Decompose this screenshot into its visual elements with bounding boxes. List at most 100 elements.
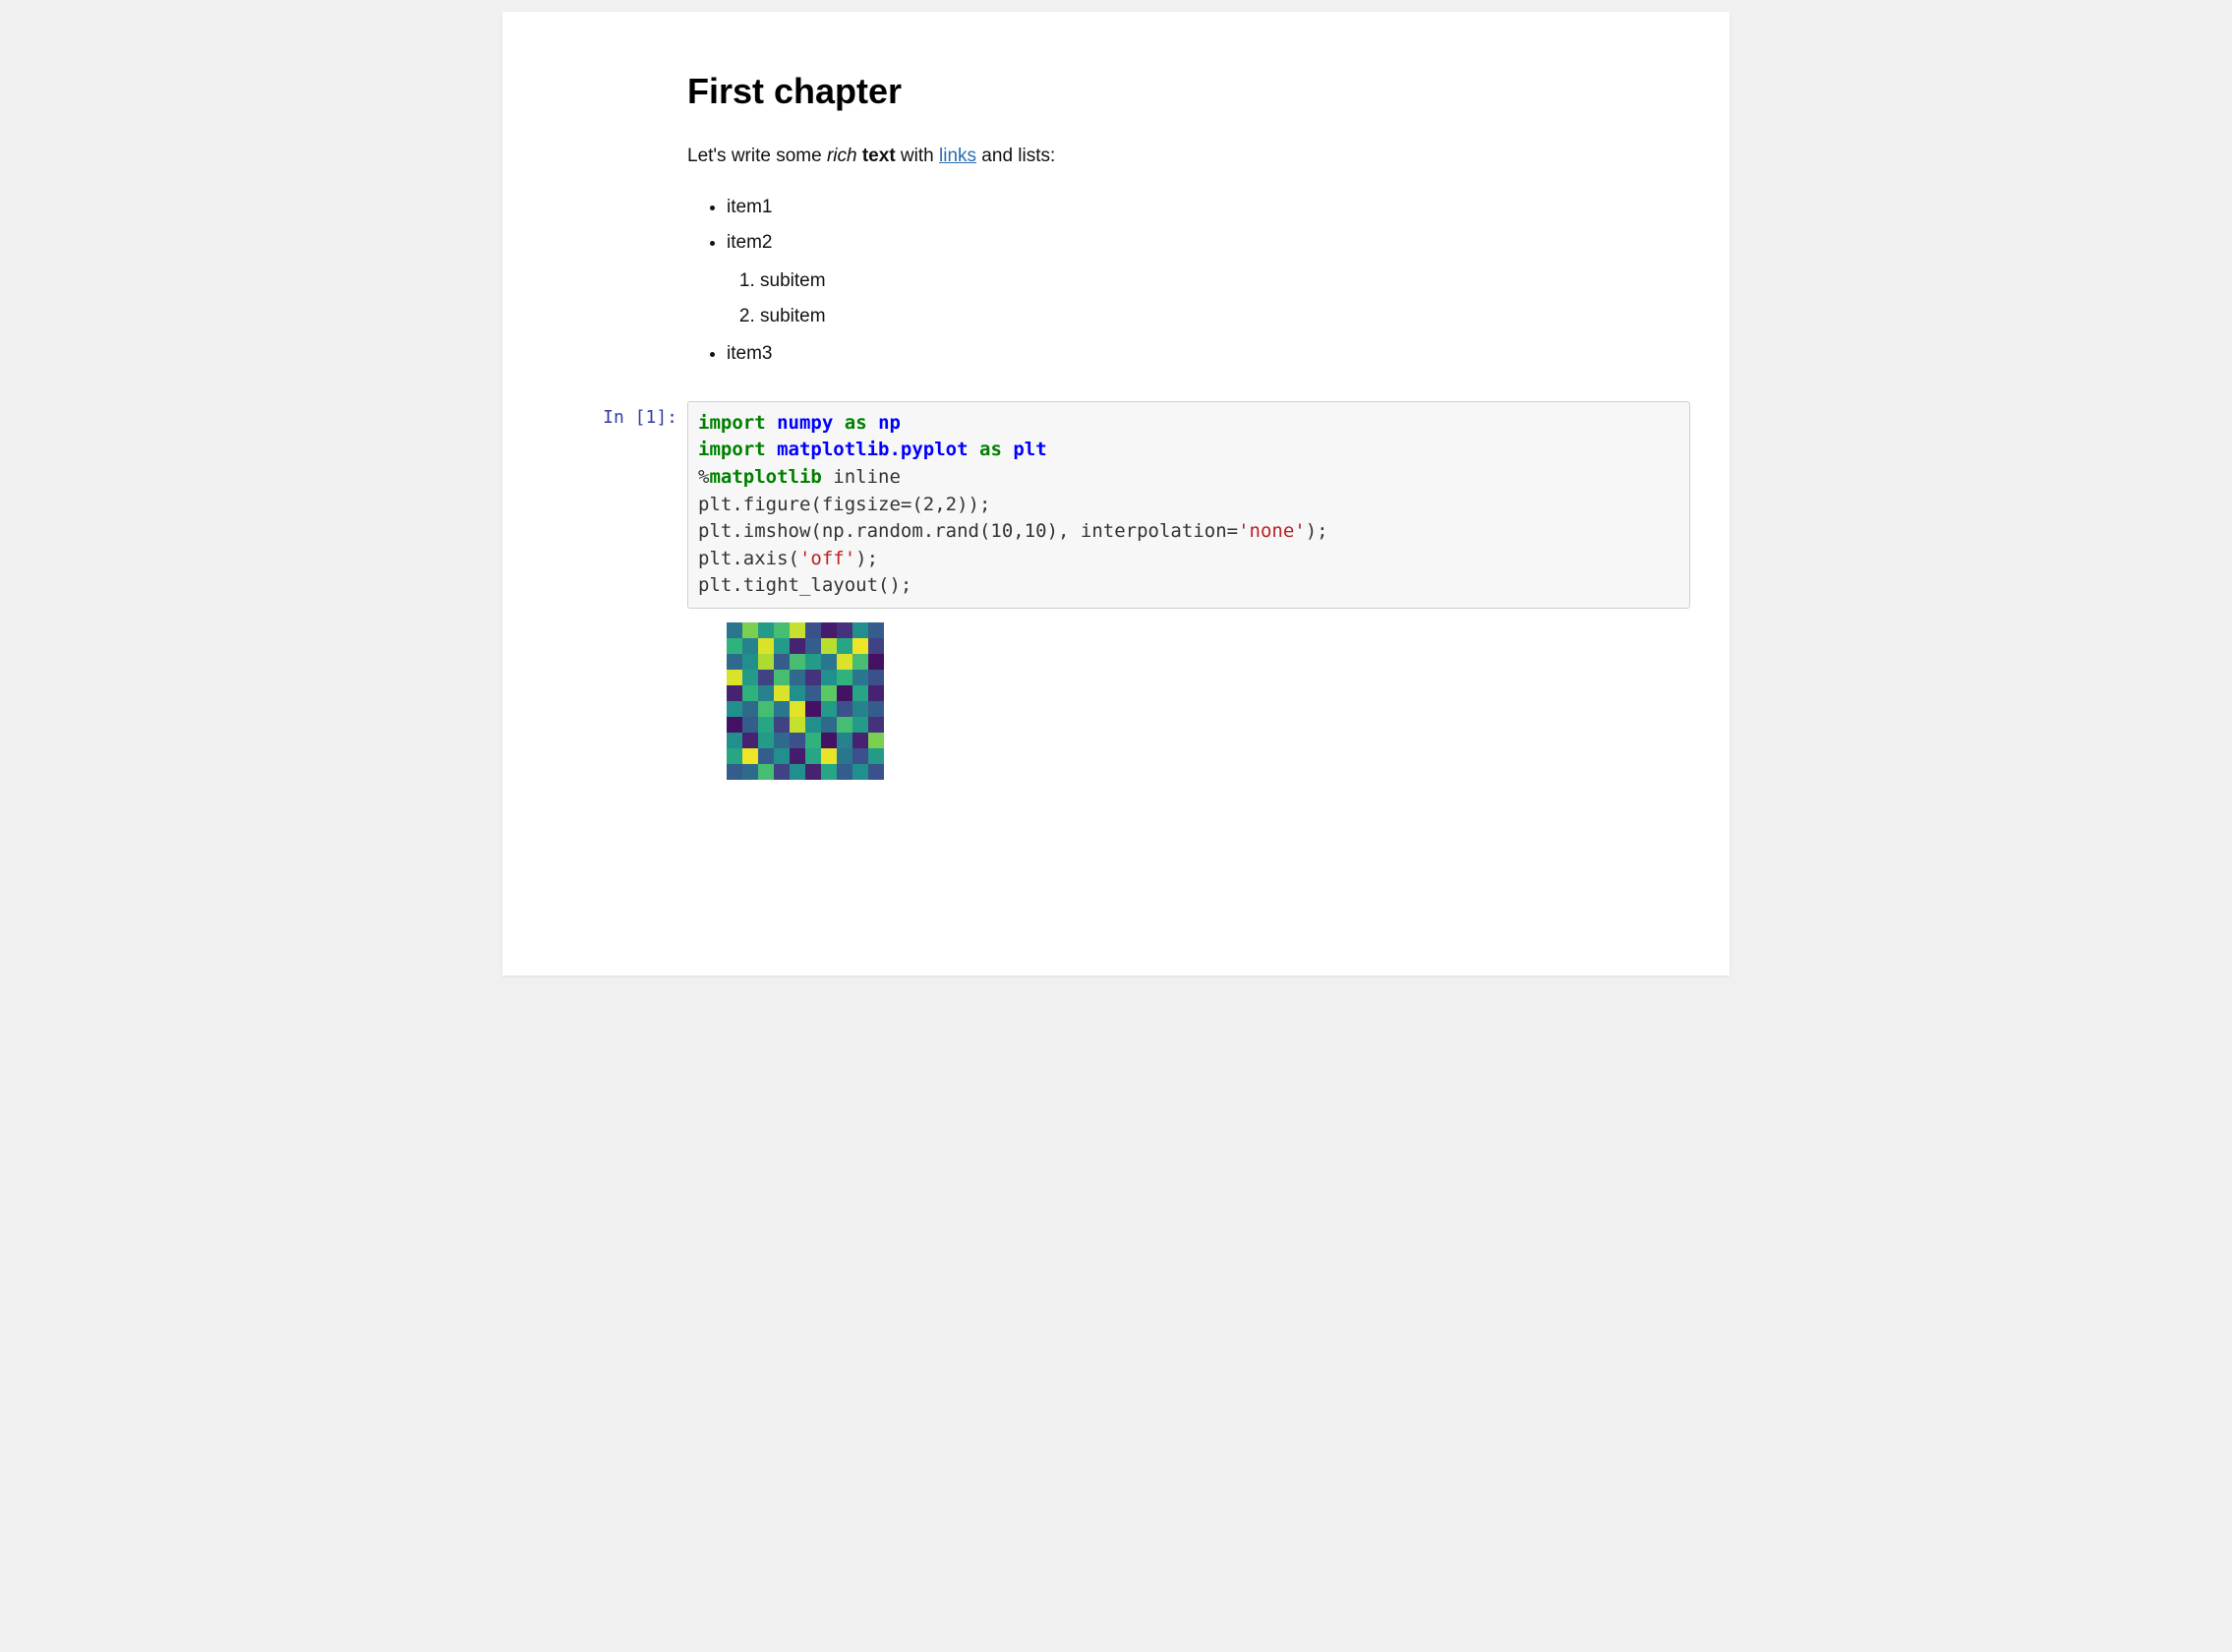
code-source: import numpy as np import matplotlib.pyp…	[698, 410, 1679, 600]
heatmap-cell	[790, 654, 805, 670]
heatmap-cell	[852, 764, 868, 780]
list-item: subitem	[760, 299, 1690, 334]
heatmap-cell	[805, 764, 821, 780]
heatmap-cell	[805, 733, 821, 748]
heatmap-cell	[742, 764, 758, 780]
list-item: item2 subitem subitem	[727, 225, 1690, 333]
heatmap-cell	[790, 764, 805, 780]
heatmap-cell	[805, 670, 821, 685]
heatmap-cell	[758, 748, 774, 764]
heatmap-cell	[852, 622, 868, 638]
heatmap-cell	[821, 748, 837, 764]
heatmap-cell	[868, 717, 884, 733]
markdown-cell: First chapter Let's write some rich text…	[687, 71, 1690, 372]
heatmap-cell	[758, 622, 774, 638]
heatmap-cell	[805, 685, 821, 701]
heatmap-cell	[790, 717, 805, 733]
heatmap-cell	[837, 622, 852, 638]
heatmap-cell	[774, 764, 790, 780]
heatmap-cell	[837, 717, 852, 733]
heatmap-cell	[774, 638, 790, 654]
code-input-area[interactable]: import numpy as np import matplotlib.pyp…	[687, 401, 1690, 609]
heatmap-cell	[805, 748, 821, 764]
heatmap-cell	[727, 622, 742, 638]
heatmap-cell	[821, 638, 837, 654]
heatmap-cell	[837, 748, 852, 764]
heatmap-cell	[837, 764, 852, 780]
list-item: item1	[727, 190, 1690, 225]
intro-text: Let's write some	[687, 146, 827, 166]
heatmap-cell	[805, 638, 821, 654]
notebook-page: First chapter Let's write some rich text…	[502, 12, 1730, 975]
heatmap-cell	[790, 685, 805, 701]
heatmap-cell	[821, 717, 837, 733]
heatmap-cell	[727, 654, 742, 670]
heatmap-cell	[852, 717, 868, 733]
page-title: First chapter	[687, 71, 1690, 112]
intro-italic: rich	[827, 146, 857, 166]
heatmap-cell	[790, 748, 805, 764]
ordered-sublist: subitem subitem	[727, 264, 1690, 334]
heatmap-cell	[790, 638, 805, 654]
heatmap-cell	[742, 733, 758, 748]
heatmap-cell	[821, 733, 837, 748]
heatmap-cell	[821, 685, 837, 701]
heatmap-cell	[837, 654, 852, 670]
heatmap-cell	[742, 670, 758, 685]
heatmap-cell	[742, 654, 758, 670]
heatmap-cell	[852, 748, 868, 764]
heatmap-cell	[821, 764, 837, 780]
heatmap-cell	[821, 622, 837, 638]
heatmap-cell	[774, 733, 790, 748]
heatmap-cell	[727, 685, 742, 701]
heatmap-cell	[727, 748, 742, 764]
code-cell: In [1]: import numpy as np import matplo…	[502, 401, 1730, 609]
input-prompt: In [1]:	[502, 401, 687, 428]
heatmap-cell	[837, 670, 852, 685]
heatmap-cell	[805, 701, 821, 717]
heatmap-cell	[805, 717, 821, 733]
list-item: item3	[727, 336, 1690, 372]
bullet-list: item1 item2 subitem subitem item3	[687, 190, 1690, 371]
heatmap-cell	[774, 622, 790, 638]
heatmap-cell	[868, 622, 884, 638]
heatmap-cell	[852, 654, 868, 670]
intro-link[interactable]: links	[939, 146, 976, 166]
heatmap-cell	[742, 748, 758, 764]
heatmap-cell	[805, 654, 821, 670]
heatmap-cell	[868, 748, 884, 764]
heatmap-cell	[852, 638, 868, 654]
heatmap-cell	[758, 733, 774, 748]
heatmap-cell	[774, 717, 790, 733]
heatmap-cell	[774, 654, 790, 670]
heatmap-cell	[758, 717, 774, 733]
list-item: subitem	[760, 264, 1690, 299]
heatmap-cell	[868, 638, 884, 654]
heatmap-cell	[774, 685, 790, 701]
heatmap-cell	[758, 638, 774, 654]
heatmap-cell	[837, 733, 852, 748]
heatmap-cell	[868, 733, 884, 748]
heatmap-cell	[758, 701, 774, 717]
heatmap-cell	[852, 701, 868, 717]
heatmap-cell	[868, 701, 884, 717]
heatmap-cell	[868, 685, 884, 701]
heatmap-cell	[821, 670, 837, 685]
heatmap-cell	[742, 622, 758, 638]
cell-output	[687, 622, 1730, 780]
heatmap-cell	[727, 701, 742, 717]
heatmap-cell	[727, 670, 742, 685]
heatmap-cell	[774, 748, 790, 764]
heatmap-cell	[837, 701, 852, 717]
heatmap-cell	[774, 670, 790, 685]
heatmap-cell	[837, 685, 852, 701]
heatmap-cell	[742, 638, 758, 654]
heatmap-cell	[758, 670, 774, 685]
heatmap-cell	[790, 670, 805, 685]
heatmap-cell	[790, 622, 805, 638]
heatmap-cell	[852, 733, 868, 748]
heatmap-cell	[805, 622, 821, 638]
heatmap-cell	[774, 701, 790, 717]
heatmap-cell	[868, 654, 884, 670]
heatmap-cell	[758, 764, 774, 780]
